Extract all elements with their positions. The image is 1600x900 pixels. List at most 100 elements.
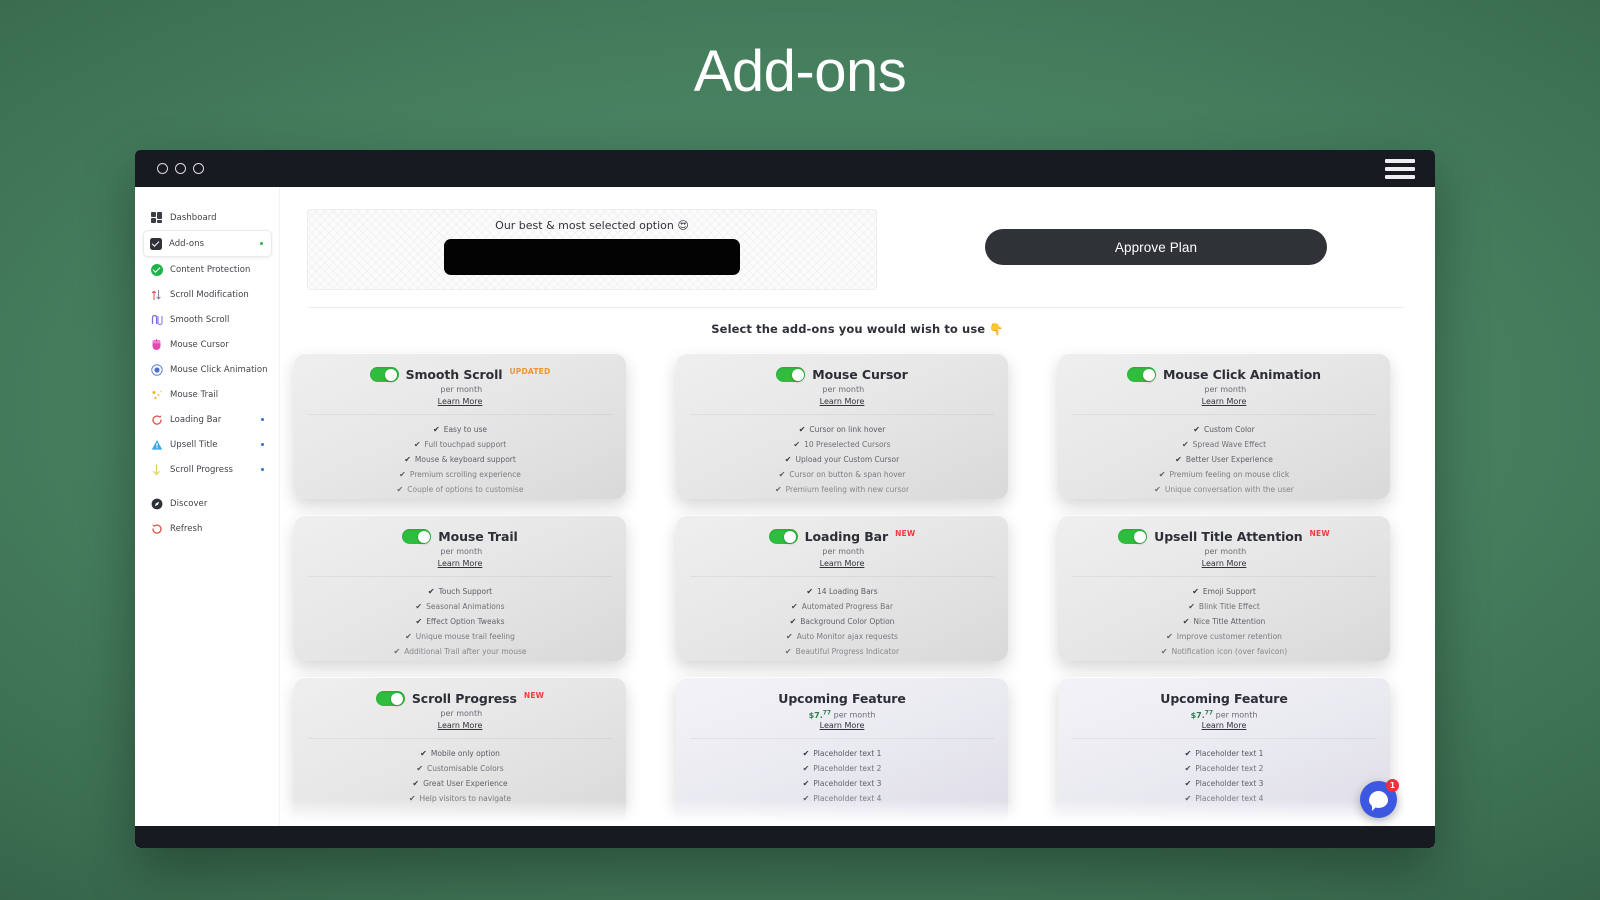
app-body: Dashboard Add-ons Content Protection S bbox=[135, 187, 1435, 848]
sidebar-item-loading-bar[interactable]: Loading Bar bbox=[145, 407, 272, 432]
dashboard-grid-icon bbox=[150, 211, 163, 224]
addon-feature-item: ✔Additional Trail after your mouse bbox=[294, 644, 626, 659]
check-icon: ✔ bbox=[775, 485, 782, 494]
check-icon: ✔ bbox=[786, 632, 793, 641]
status-dot bbox=[260, 242, 264, 246]
addon-feature-item: ✔Spread Wave Effect bbox=[1058, 437, 1390, 452]
addon-badge: NEW bbox=[524, 691, 544, 700]
learn-more-link[interactable]: Learn More bbox=[1058, 721, 1390, 730]
addon-feature-label: Mobile only option bbox=[431, 749, 500, 758]
check-icon: ✔ bbox=[420, 749, 427, 758]
addon-feature-label: 10 Preselected Cursors bbox=[804, 440, 890, 449]
ripple-icon bbox=[150, 363, 163, 376]
sidebar-item-add-ons[interactable]: Add-ons bbox=[143, 230, 272, 257]
window-dot-minimize[interactable] bbox=[175, 163, 186, 174]
sidebar-item-label: Smooth Scroll bbox=[170, 315, 229, 325]
learn-more-link[interactable]: Learn More bbox=[676, 397, 1008, 406]
learn-more-link[interactable]: Learn More bbox=[1058, 397, 1390, 406]
addon-feature-label: Premium scrolling experience bbox=[410, 470, 521, 479]
window-dot-maximize[interactable] bbox=[193, 163, 204, 174]
addon-feature-item: ✔Placeholder text 1 bbox=[676, 746, 1008, 761]
addon-feature-label: Better User Experience bbox=[1186, 455, 1273, 464]
addon-feature-item: ✔Custom Color bbox=[1058, 422, 1390, 437]
addon-feature-item: ✔Placeholder text 3 bbox=[1058, 776, 1390, 791]
addon-toggle[interactable] bbox=[402, 529, 431, 544]
learn-more-link[interactable]: Learn More bbox=[1058, 559, 1390, 568]
check-icon: ✔ bbox=[779, 470, 786, 479]
sidebar-item-discover[interactable]: Discover bbox=[145, 491, 272, 516]
check-icon: ✔ bbox=[409, 794, 416, 803]
addon-title: Upcoming Feature bbox=[1160, 691, 1287, 706]
addon-feature-label: Placeholder text 4 bbox=[813, 794, 881, 803]
select-addons-hint: Select the add-ons you would wish to use… bbox=[280, 322, 1435, 336]
addon-feature-label: Premium feeling with new cursor bbox=[786, 485, 909, 494]
addon-price-row: $7.77 per month bbox=[1058, 709, 1390, 720]
addon-price-cents: 77 bbox=[823, 709, 831, 716]
check-icon: ✔ bbox=[803, 779, 810, 788]
addon-feature-label: Effect Option Tweaks bbox=[426, 617, 504, 626]
addon-price-row: per month bbox=[294, 709, 626, 720]
addon-toggle[interactable] bbox=[376, 691, 405, 706]
learn-more-link[interactable]: Learn More bbox=[676, 721, 1008, 730]
addon-feature-label: Cursor on link hover bbox=[809, 425, 885, 434]
sidebar-item-mouse-trail[interactable]: Mouse Trail bbox=[145, 382, 272, 407]
addon-feature-item: ✔Effect Option Tweaks bbox=[294, 614, 626, 629]
addon-feature-label: Additional Trail after your mouse bbox=[404, 647, 526, 656]
sidebar-item-refresh[interactable]: Refresh bbox=[145, 516, 272, 541]
arrow-down-icon bbox=[150, 463, 163, 476]
check-icon: ✔ bbox=[799, 425, 806, 434]
addon-toggle[interactable] bbox=[769, 529, 798, 544]
card-separator bbox=[308, 738, 612, 739]
addon-title: Mouse Trail bbox=[438, 529, 517, 544]
sidebar-item-mouse-cursor[interactable]: Mouse Cursor bbox=[145, 332, 272, 357]
addon-feature-label: Easy to use bbox=[444, 425, 487, 434]
learn-more-link[interactable]: Learn More bbox=[294, 721, 626, 730]
sidebar-item-label: Add-ons bbox=[169, 239, 204, 249]
addon-toggle[interactable] bbox=[1118, 529, 1147, 544]
addon-card-header: Mouse Cursor bbox=[676, 366, 1008, 383]
check-icon: ✔ bbox=[1166, 632, 1173, 641]
per-month-label: per month bbox=[440, 385, 482, 394]
hamburger-menu-icon[interactable] bbox=[1385, 159, 1415, 179]
sidebar-item-content-protection[interactable]: Content Protection bbox=[145, 257, 272, 282]
addon-feature-item: ✔ Help visitors to navigate bbox=[294, 791, 626, 806]
window-controls bbox=[157, 163, 204, 174]
addon-toggle[interactable] bbox=[776, 367, 805, 382]
status-dot bbox=[261, 443, 265, 447]
addon-feature-label: Help visitors to navigate bbox=[420, 794, 512, 803]
sidebar-item-smooth-scroll[interactable]: Smooth Scroll bbox=[145, 307, 272, 332]
addon-badge: NEW bbox=[895, 529, 915, 538]
sidebar-item-mouse-click-animation[interactable]: Mouse Click Animation bbox=[145, 357, 272, 382]
check-icon: ✔ bbox=[803, 794, 810, 803]
addon-badge: UPDATED bbox=[509, 367, 550, 376]
addon-feature-item: ✔Placeholder text 2 bbox=[1058, 761, 1390, 776]
masked-content-block[interactable] bbox=[444, 239, 740, 275]
addon-feature-label: Cursor on button & span hover bbox=[789, 470, 905, 479]
check-icon: ✔ bbox=[785, 455, 792, 464]
approve-plan-button[interactable]: Approve Plan bbox=[985, 229, 1327, 265]
chat-widget-button[interactable]: 1 bbox=[1360, 781, 1397, 818]
sidebar-item-upsell-title[interactable]: Upsell Title bbox=[145, 432, 272, 457]
addon-feature-label: Placeholder text 1 bbox=[813, 749, 881, 758]
learn-more-link[interactable]: Learn More bbox=[294, 397, 626, 406]
addon-toggle[interactable] bbox=[1127, 367, 1156, 382]
addon-toggle[interactable] bbox=[370, 367, 399, 382]
addons-grid: Smooth ScrollUPDATED per monthLearn More… bbox=[280, 336, 1435, 823]
sidebar-item-scroll-modification[interactable]: Scroll Modification bbox=[145, 282, 272, 307]
addon-title: Upsell Title Attention bbox=[1154, 529, 1302, 544]
learn-more-link[interactable]: Learn More bbox=[294, 559, 626, 568]
addon-feature-item: ✔Seasonal Animations bbox=[294, 599, 626, 614]
sidebar-item-dashboard[interactable]: Dashboard bbox=[145, 205, 272, 230]
addon-feature-list: ✔Custom Color✔Spread Wave Effect✔Better … bbox=[1058, 422, 1390, 497]
sidebar-item-scroll-progress[interactable]: Scroll Progress bbox=[145, 457, 272, 482]
window-dot-close[interactable] bbox=[157, 163, 168, 174]
addon-title: Mouse Click Animation bbox=[1163, 367, 1321, 382]
check-icon: ✔ bbox=[803, 764, 810, 773]
learn-more-link[interactable]: Learn More bbox=[676, 559, 1008, 568]
check-icon: ✔ bbox=[1182, 440, 1189, 449]
check-icon: ✔ bbox=[790, 617, 797, 626]
check-icon: ✔ bbox=[1175, 455, 1182, 464]
addon-price-cents: 77 bbox=[1205, 709, 1213, 716]
addon-feature-label: Premium feeling on mouse click bbox=[1169, 470, 1289, 479]
check-icon: ✔ bbox=[1192, 587, 1199, 596]
